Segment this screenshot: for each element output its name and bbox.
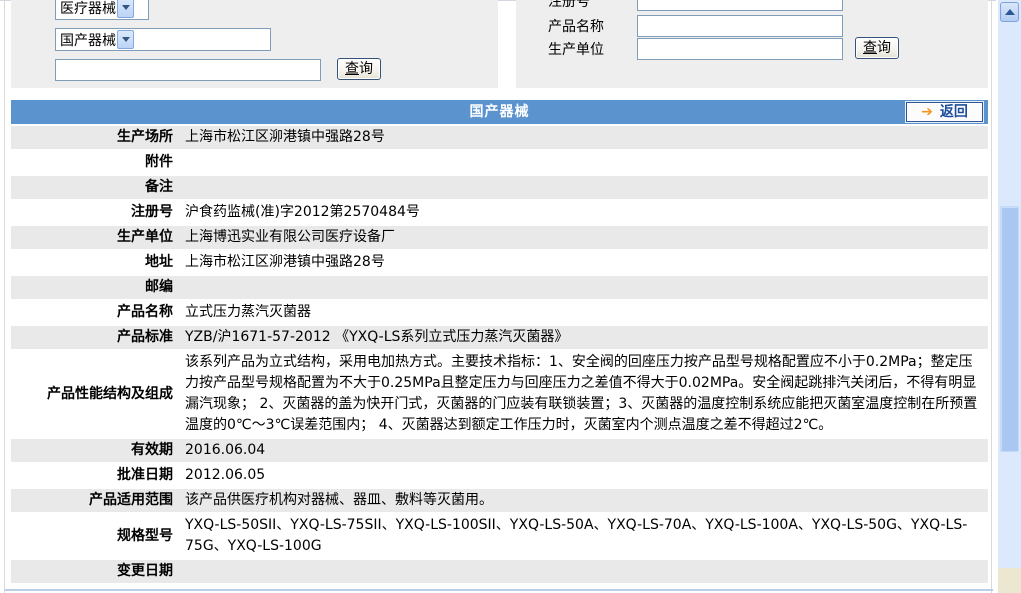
right-search-panel: 注册号 产品名称 生产单位 查询: [516, 0, 988, 88]
page: 医疗器械 国产器械 查询 注册号 产品名称 生产单位 查询 国产器械 ➔ 返回: [0, 0, 1021, 593]
row-value: 2012.06.05: [179, 464, 988, 487]
back-button-label: 返回: [940, 105, 968, 119]
row-label: 生产场所: [11, 126, 179, 149]
content-scrollbar-divider: [991, 0, 992, 593]
row-label: 产品性能结构及组成: [11, 351, 179, 437]
page-title: 国产器械: [11, 100, 988, 124]
register-no-input[interactable]: [637, 0, 843, 11]
table-row: 批准日期 2012.06.05: [11, 464, 988, 487]
product-name-label: 产品名称: [548, 16, 604, 36]
scrollbar-thumb[interactable]: [1000, 206, 1019, 452]
row-value: YXQ-LS-50SII、YXQ-LS-75SII、YXQ-LS-100SII、…: [179, 514, 988, 558]
row-value: [179, 560, 988, 583]
table-row: 产品名称 立式压力蒸汽灭菌器: [11, 301, 988, 324]
row-value: 上海市松江区泖港镇中强路28号: [179, 126, 988, 149]
left-query-button-label: 查询: [345, 62, 373, 76]
table-row: 产品标准 YZB/沪1671-57-2012 《YXQ-LS系列立式压力蒸汽灭菌…: [11, 326, 988, 349]
row-label: 附件: [11, 151, 179, 174]
row-value: 上海博迅实业有限公司医疗设备厂: [179, 226, 988, 249]
table-row: 规格型号 YXQ-LS-50SII、YXQ-LS-75SII、YXQ-LS-10…: [11, 514, 988, 558]
scroll-up-arrow-icon[interactable]: [1000, 2, 1019, 22]
row-label: 批准日期: [11, 464, 179, 487]
row-label: 产品名称: [11, 301, 179, 324]
manufacturer-input[interactable]: [637, 38, 843, 60]
left-edge-line: [4, 0, 5, 593]
chevron-down-icon[interactable]: [117, 30, 134, 49]
row-label: 邮编: [11, 276, 179, 299]
scrollbar-corner: [998, 568, 1021, 593]
table-row: 产品性能结构及组成 该系列产品为立式结构，采用电加热方式。主要技术指标：1、安全…: [11, 351, 988, 437]
back-arrow-icon: ➔: [921, 105, 933, 119]
type-select-value: 国产器械: [60, 30, 116, 50]
table-row: 生产场所 上海市松江区泖港镇中强路28号: [11, 126, 988, 149]
row-label: 生产单位: [11, 226, 179, 249]
category-select-value: 医疗器械: [60, 0, 116, 18]
table-row: 生产单位 上海博迅实业有限公司医疗设备厂: [11, 226, 988, 249]
row-label: 规格型号: [11, 514, 179, 558]
row-label: 产品标准: [11, 326, 179, 349]
detail-table: 生产场所 上海市松江区泖港镇中强路28号 附件 备注 注册号 沪食药监械(准)字…: [11, 126, 988, 585]
row-label: 备注: [11, 176, 179, 199]
row-value: 上海市松江区泖港镇中强路28号: [179, 251, 988, 274]
keyword-input[interactable]: [55, 59, 321, 81]
row-value: YZB/沪1671-57-2012 《YXQ-LS系列立式压力蒸汽灭菌器》: [179, 326, 988, 349]
left-query-button[interactable]: 查询: [337, 58, 381, 80]
table-row: 有效期 2016.06.04: [11, 439, 988, 462]
row-label: 注册号: [11, 201, 179, 224]
right-query-button-label: 查询: [863, 41, 891, 55]
table-row: 备注: [11, 176, 988, 199]
register-no-label: 注册号: [548, 0, 590, 11]
bottom-edge-line: [5, 589, 993, 591]
type-select[interactable]: 国产器械: [55, 28, 271, 51]
row-value: [179, 176, 988, 199]
manufacturer-label: 生产单位: [548, 39, 604, 59]
detail-header-bar: 国产器械 ➔ 返回: [11, 100, 988, 124]
vertical-scrollbar[interactable]: [998, 0, 1021, 593]
chevron-down-icon[interactable]: [117, 0, 134, 18]
table-row: 注册号 沪食药监械(准)字2012第2570484号: [11, 201, 988, 224]
row-label: 地址: [11, 251, 179, 274]
table-row: 产品适用范围 该产品供医疗机构对器械、器皿、敷料等灭菌用。: [11, 489, 988, 512]
table-row: 邮编: [11, 276, 988, 299]
table-row: 地址 上海市松江区泖港镇中强路28号: [11, 251, 988, 274]
left-search-panel: 医疗器械 国产器械 查询: [11, 0, 498, 88]
right-query-button[interactable]: 查询: [855, 37, 899, 59]
row-label: 产品适用范围: [11, 489, 179, 512]
row-value: [179, 151, 988, 174]
row-label: 变更日期: [11, 560, 179, 583]
table-row: 附件: [11, 151, 988, 174]
row-value: 该产品供医疗机构对器械、器皿、敷料等灭菌用。: [179, 489, 988, 512]
product-name-input[interactable]: [637, 15, 843, 37]
row-value: 该系列产品为立式结构，采用电加热方式。主要技术指标：1、安全阀的回座压力按产品型…: [179, 351, 988, 437]
back-button[interactable]: ➔ 返回: [906, 102, 983, 122]
row-value: [179, 276, 988, 299]
table-row: 变更日期: [11, 560, 988, 583]
row-value: 2016.06.04: [179, 439, 988, 462]
category-select[interactable]: 医疗器械: [55, 0, 149, 20]
row-value: 立式压力蒸汽灭菌器: [179, 301, 988, 324]
row-value: 沪食药监械(准)字2012第2570484号: [179, 201, 988, 224]
row-label: 有效期: [11, 439, 179, 462]
